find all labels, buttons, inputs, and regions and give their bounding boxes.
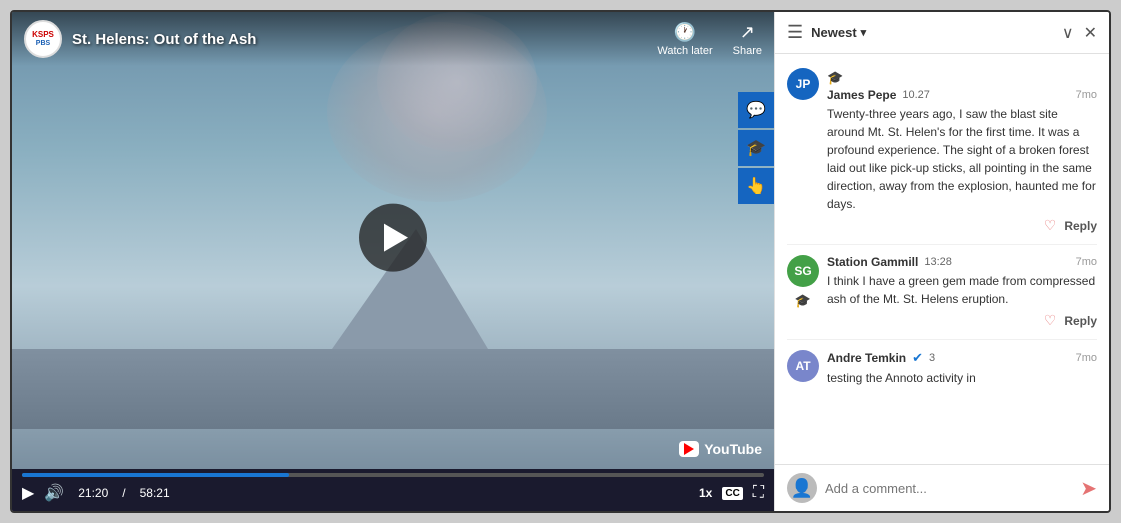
controls-row: ▶ 🔊 21:20 / 58:21 1x CC ⛶ [22, 483, 764, 503]
sort-chevron-icon: ▾ [861, 26, 867, 39]
video-area[interactable]: KSPS PBS St. Helens: Out of the Ash 🕐 Wa… [12, 12, 774, 469]
separator-1 [787, 244, 1097, 245]
share-icon: ↗ [740, 22, 755, 43]
video-topbar: KSPS PBS St. Helens: Out of the Ash 🕐 Wa… [12, 12, 774, 66]
logo-ksps-text: KSPS [32, 31, 54, 40]
collapse-button[interactable]: ∨ [1062, 23, 1074, 43]
comment-points-2: 13:28 [924, 256, 952, 268]
side-button-1[interactable]: 💬 [738, 92, 774, 128]
comment-points-1: 10.27 [902, 89, 930, 101]
app-frame: KSPS PBS St. Helens: Out of the Ash 🕐 Wa… [10, 10, 1111, 513]
fullscreen-button[interactable]: ⛶ [753, 484, 764, 502]
watch-later-icon: 🕐 [674, 22, 696, 43]
avatar-jp: JP [787, 68, 819, 100]
youtube-label: YouTube [704, 441, 762, 457]
comment-body-1: 🎓 James Pepe 10.27 7mo Twenty-three year… [827, 68, 1097, 234]
commenter-avatar: 👤 [787, 473, 817, 503]
share-button[interactable]: ↗ Share [733, 22, 762, 57]
comment-author-1: James Pepe [827, 88, 896, 102]
comments-header: ☰ Newest ▾ ∨ ✕ [775, 12, 1109, 54]
side-button-2[interactable]: 🎓 [738, 130, 774, 166]
verified-icon: ✔ [912, 350, 923, 366]
comment-meta-1: James Pepe 10.27 7mo [827, 88, 1097, 102]
video-panel: KSPS PBS St. Helens: Out of the Ash 🕐 Wa… [12, 12, 774, 511]
comment-item-2: SG 🎓 Station Gammill 13:28 7mo I think I… [775, 249, 1109, 335]
current-time: 21:20 [78, 486, 108, 500]
play-button[interactable] [359, 203, 427, 271]
progress-bar[interactable] [22, 473, 764, 477]
comment-input[interactable] [825, 481, 1072, 496]
comment-actions-1: ♡ Reply [827, 217, 1097, 234]
comment-time-3: 7mo [1076, 352, 1097, 364]
youtube-watermark: YouTube [679, 441, 762, 457]
reply-button-1[interactable]: Reply [1064, 219, 1097, 233]
comment-time-1: 7mo [1076, 89, 1097, 101]
graduation-icon-1: 🎓 [827, 70, 843, 86]
comment-author-3: Andre Temkin [827, 351, 906, 365]
logo-pbs-text: PBS [36, 40, 50, 48]
play-triangle-icon [384, 223, 408, 251]
comment-item-3: AT Andre Temkin ✔ 3 7mo testing the Anno… [775, 344, 1109, 393]
comment-body-2: Station Gammill 13:28 7mo I think I have… [827, 255, 1097, 329]
captions-button[interactable]: CC [722, 487, 742, 500]
video-controls: ▶ 🔊 21:20 / 58:21 1x CC ⛶ [12, 469, 774, 511]
sort-label: Newest [811, 25, 857, 40]
avatar-at: AT [787, 350, 819, 382]
time-separator: / [122, 486, 125, 500]
controls-right: 1x CC ⛶ [699, 484, 764, 502]
send-comment-button[interactable]: ➤ [1080, 476, 1097, 501]
watch-later-label: Watch later [657, 45, 712, 57]
header-actions: ∨ ✕ [1062, 23, 1097, 43]
youtube-play-icon [684, 443, 694, 455]
side-button-3[interactable]: 👆 [738, 168, 774, 204]
like-button-2[interactable]: ♡ [1044, 312, 1057, 329]
progress-filled [22, 473, 289, 477]
comment-verified-count: 3 [929, 352, 935, 364]
play-pause-button[interactable]: ▶ [22, 483, 34, 503]
sort-dropdown[interactable]: Newest ▾ [811, 25, 866, 40]
menu-icon[interactable]: ☰ [787, 22, 803, 43]
side-icon-buttons: 💬 🎓 👆 [738, 92, 774, 204]
comment-text-3: testing the Annoto activity in [827, 369, 1097, 387]
avatar-sg: SG [787, 255, 819, 287]
volume-button[interactable]: 🔊 [44, 483, 64, 503]
graduation-icon-2: 🎓 [795, 293, 811, 309]
total-time: 58:21 [140, 486, 170, 500]
commenter-person-icon: 👤 [791, 478, 813, 499]
add-comment-area: 👤 ➤ [775, 464, 1109, 511]
comment-time-2: 7mo [1076, 256, 1097, 268]
comment-meta-3: Andre Temkin ✔ 3 7mo [827, 350, 1097, 366]
comment-text-1: Twenty-three years ago, I saw the blast … [827, 105, 1097, 213]
mountain-overlay [12, 349, 774, 429]
like-button-1[interactable]: ♡ [1044, 217, 1057, 234]
separator-2 [787, 339, 1097, 340]
comment-author-2: Station Gammill [827, 255, 918, 269]
comment-author-badge: 🎓 [827, 68, 843, 86]
close-button[interactable]: ✕ [1084, 23, 1097, 43]
reply-button-2[interactable]: Reply [1064, 314, 1097, 328]
youtube-icon [679, 441, 699, 457]
comment-item-1: JP 🎓 James Pepe 10.27 7mo Twenty-three y… [775, 62, 1109, 240]
comments-list: JP 🎓 James Pepe 10.27 7mo Twenty-three y… [775, 54, 1109, 464]
share-label: Share [733, 45, 762, 57]
comment-text-2: I think I have a green gem made from com… [827, 272, 1097, 308]
comment-meta-2: Station Gammill 13:28 7mo [827, 255, 1097, 269]
comment-body-3: Andre Temkin ✔ 3 7mo testing the Annoto … [827, 350, 1097, 387]
comment-actions-2: ♡ Reply [827, 312, 1097, 329]
watch-later-button[interactable]: 🕐 Watch later [657, 22, 712, 57]
speed-button[interactable]: 1x [699, 486, 712, 500]
video-top-actions: 🕐 Watch later ↗ Share [657, 22, 762, 57]
ksps-pbs-logo: KSPS PBS [24, 20, 62, 58]
video-title: St. Helens: Out of the Ash [72, 31, 256, 48]
comments-panel: ☰ Newest ▾ ∨ ✕ JP 🎓 [774, 12, 1109, 511]
